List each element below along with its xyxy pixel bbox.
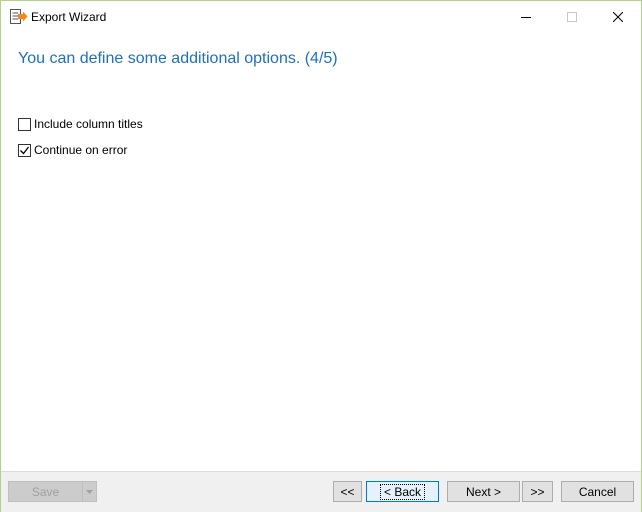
include-column-titles-checkbox[interactable] xyxy=(18,117,31,131)
continue-on-error-option[interactable]: Continue on error xyxy=(18,143,127,157)
save-button-label: Save xyxy=(31,484,60,499)
save-dropdown-button[interactable] xyxy=(82,481,97,502)
continue-on-error-checkbox[interactable] xyxy=(18,143,31,157)
next-button-label: Next > xyxy=(465,484,501,499)
cancel-button-label: Cancel xyxy=(578,484,617,499)
chevron-down-icon xyxy=(86,489,93,494)
back-button[interactable]: < Back xyxy=(366,481,439,502)
page-title: You can define some additional options. … xyxy=(18,50,338,67)
next-button[interactable]: Next > xyxy=(447,481,520,502)
continue-on-error-label: Continue on error xyxy=(34,143,128,157)
save-button[interactable]: Save xyxy=(8,481,83,502)
close-icon xyxy=(613,11,623,22)
minimize-icon xyxy=(521,16,531,18)
checkmark-icon xyxy=(20,146,30,154)
maximize-icon xyxy=(567,11,577,22)
maximize-button[interactable] xyxy=(549,1,595,32)
export-wizard-window: Export Wizard You can define some additi… xyxy=(0,0,642,512)
first-page-button[interactable]: << xyxy=(333,481,362,502)
cancel-button[interactable]: Cancel xyxy=(561,481,634,502)
close-button[interactable] xyxy=(595,1,641,32)
back-button-label: < Back xyxy=(379,483,426,500)
window-title: Export Wizard xyxy=(31,10,107,24)
minimize-button[interactable] xyxy=(503,1,549,32)
last-page-button[interactable]: >> xyxy=(522,481,553,502)
last-page-label: >> xyxy=(530,484,545,499)
title-bar[interactable]: Export Wizard xyxy=(1,1,641,32)
wizard-footer: Save << < Back Next > >> Cancel xyxy=(1,471,641,512)
include-column-titles-option[interactable]: Include column titles xyxy=(18,117,143,131)
export-wizard-icon xyxy=(10,9,28,25)
include-column-titles-label: Include column titles xyxy=(34,117,143,131)
first-page-label: << xyxy=(340,484,355,499)
